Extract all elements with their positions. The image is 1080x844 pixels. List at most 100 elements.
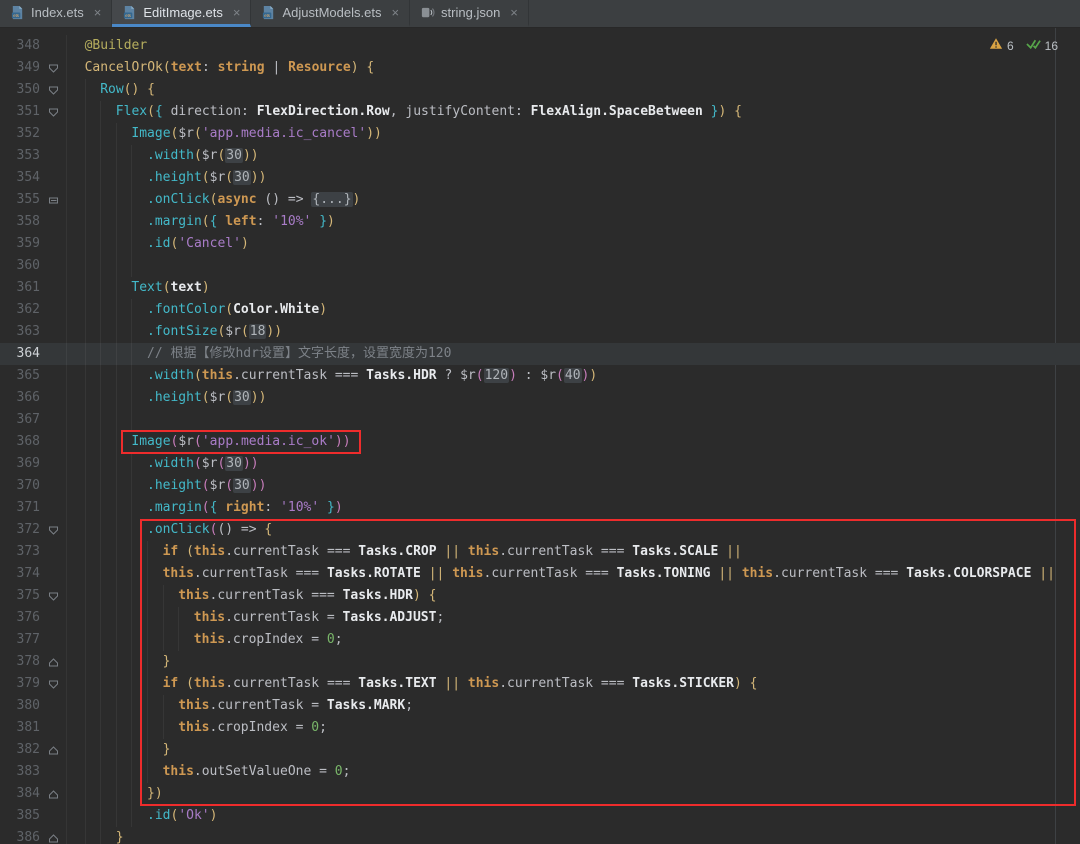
code-line[interactable]: .margin({ right: '10%' }) [66, 497, 1080, 519]
line-number: 363 [0, 321, 40, 343]
fold-up-icon[interactable] [40, 651, 66, 673]
token: this [452, 566, 483, 581]
code-line[interactable]: this.currentTask === Tasks.HDR) { [66, 585, 1080, 607]
token: this [194, 544, 225, 559]
code-line[interactable]: .fontColor(Color.White) [66, 299, 1080, 321]
code-row-371: 371.margin({ right: '10%' }) [0, 497, 1080, 519]
code-line[interactable]: } [66, 739, 1080, 761]
code-line[interactable]: .height($r(30)) [66, 167, 1080, 189]
fold-up-icon[interactable] [40, 783, 66, 805]
code-editor[interactable]: 348@Builder349CancelOrOk(text: string | … [0, 28, 1080, 844]
tab-editimage-ets[interactable]: etsEditImage.ets× [112, 0, 251, 27]
token: ( [241, 324, 249, 339]
token: ( [202, 500, 210, 515]
token: }) [147, 786, 163, 801]
tab-index-ets[interactable]: etsIndex.ets× [0, 0, 112, 27]
code-analysis-widget[interactable]: 6 16 [989, 35, 1066, 57]
fold-collapsed-icon[interactable] [40, 189, 66, 211]
code-lines-container: 348@Builder349CancelOrOk(text: string | … [0, 35, 1080, 844]
close-icon[interactable]: × [391, 5, 399, 20]
code-line[interactable]: Row() { [66, 79, 1080, 101]
code-line[interactable]: if (this.currentTask === Tasks.TEXT || t… [66, 673, 1080, 695]
code-line[interactable]: }) [66, 783, 1080, 805]
token: this [178, 588, 209, 603]
token: ( [202, 214, 210, 229]
code-line[interactable]: .height($r(30)) [66, 475, 1080, 497]
fold-gutter [40, 431, 66, 453]
token: async [217, 192, 256, 207]
code-line[interactable]: .height($r(30)) [66, 387, 1080, 409]
code-line[interactable]: CancelOrOk(text: string | Resource) { [66, 57, 1080, 79]
line-number: 382 [0, 739, 40, 761]
code-line[interactable]: .id('Cancel') [66, 233, 1080, 255]
code-line[interactable]: this.currentTask = Tasks.MARK; [66, 695, 1080, 717]
code-line[interactable] [66, 409, 1080, 431]
code-line[interactable]: .onClick(() => { [66, 519, 1080, 541]
code-row-376: 376 this.currentTask = Tasks.ADJUST; [0, 607, 1080, 629]
code-line[interactable]: this.cropIndex = 0; [66, 717, 1080, 739]
token: ; [436, 610, 444, 625]
folded-placeholder[interactable]: {...} [311, 192, 352, 207]
code-line[interactable]: this.outSetValueOne = 0; [66, 761, 1080, 783]
line-number: 380 [0, 695, 40, 717]
code-row-383: 383this.outSetValueOne = 0; [0, 761, 1080, 783]
code-line[interactable]: .width($r(30)) [66, 145, 1080, 167]
fold-down-icon[interactable] [40, 673, 66, 695]
token: 0 [327, 632, 335, 647]
token: )) [243, 148, 259, 163]
code-line[interactable]: @Builder [66, 35, 1080, 57]
token: ( [225, 302, 233, 317]
code-line[interactable]: .id('Ok') [66, 805, 1080, 827]
code-line[interactable]: Image($r('app.media.ic_cancel')) [66, 123, 1080, 145]
close-icon[interactable]: × [233, 5, 241, 20]
folded-placeholder[interactable]: 18 [249, 324, 267, 339]
code-line[interactable]: Text(text) [66, 277, 1080, 299]
code-line[interactable]: } [66, 827, 1080, 844]
code-line[interactable]: if (this.currentTask === Tasks.CROP || t… [66, 541, 1080, 563]
line-number: 376 [0, 607, 40, 629]
folded-placeholder[interactable]: 30 [225, 148, 243, 163]
fold-down-icon[interactable] [40, 101, 66, 123]
code-line[interactable]: .margin({ left: '10%' }) [66, 211, 1080, 233]
folded-placeholder[interactable]: 30 [233, 478, 251, 493]
code-line[interactable]: .width(this.currentTask === Tasks.HDR ? … [66, 365, 1080, 387]
code-line[interactable]: this.currentTask === Tasks.ROTATE || thi… [66, 563, 1080, 585]
folded-placeholder[interactable]: 120 [484, 368, 509, 383]
code-row-382: 382} [0, 739, 1080, 761]
code-line[interactable]: Image($r('app.media.ic_ok')) [66, 431, 1080, 453]
code-line[interactable]: .fontSize($r(18)) [66, 321, 1080, 343]
close-icon[interactable]: × [94, 5, 102, 20]
code-line[interactable]: .width($r(30)) [66, 453, 1080, 475]
token: ) [589, 368, 597, 383]
code-line[interactable]: Flex({ direction: FlexDirection.Row, jus… [66, 101, 1080, 123]
close-icon[interactable]: × [510, 5, 518, 20]
code-line[interactable]: // 根据【修改hdr设置】文字长度，设置宽度为120 [66, 343, 1080, 365]
code-line[interactable]: } [66, 651, 1080, 673]
token: .currentTask === [233, 368, 366, 383]
tab-adjustmodels-ets[interactable]: etsAdjustModels.ets× [251, 0, 410, 27]
folded-placeholder[interactable]: 30 [225, 456, 243, 471]
code-row-378: 378} [0, 651, 1080, 673]
folded-placeholder[interactable]: 30 [233, 170, 251, 185]
fold-up-icon[interactable] [40, 739, 66, 761]
folded-placeholder[interactable]: 40 [564, 368, 582, 383]
code-line[interactable]: this.currentTask = Tasks.ADJUST; [66, 607, 1080, 629]
token: .fontColor [147, 302, 225, 317]
typo-check-icon [1026, 35, 1041, 57]
fold-up-icon[interactable] [40, 827, 66, 844]
token: ( [194, 434, 202, 449]
fold-down-icon[interactable] [40, 519, 66, 541]
fold-down-icon[interactable] [40, 585, 66, 607]
code-line[interactable]: .onClick(async () => {...}) [66, 189, 1080, 211]
code-row-354: 354.height($r(30)) [0, 167, 1080, 189]
folded-placeholder[interactable]: 30 [233, 390, 251, 405]
fold-down-icon[interactable] [40, 79, 66, 101]
code-line[interactable] [66, 255, 1080, 277]
token [742, 676, 750, 691]
token: ( [147, 104, 155, 119]
fold-down-icon[interactable] [40, 57, 66, 79]
tab-string-json[interactable]: string.json× [410, 0, 529, 27]
token: 'app.media.ic_ok' [202, 434, 335, 449]
code-line[interactable]: this.cropIndex = 0; [66, 629, 1080, 651]
token: $r [460, 368, 476, 383]
